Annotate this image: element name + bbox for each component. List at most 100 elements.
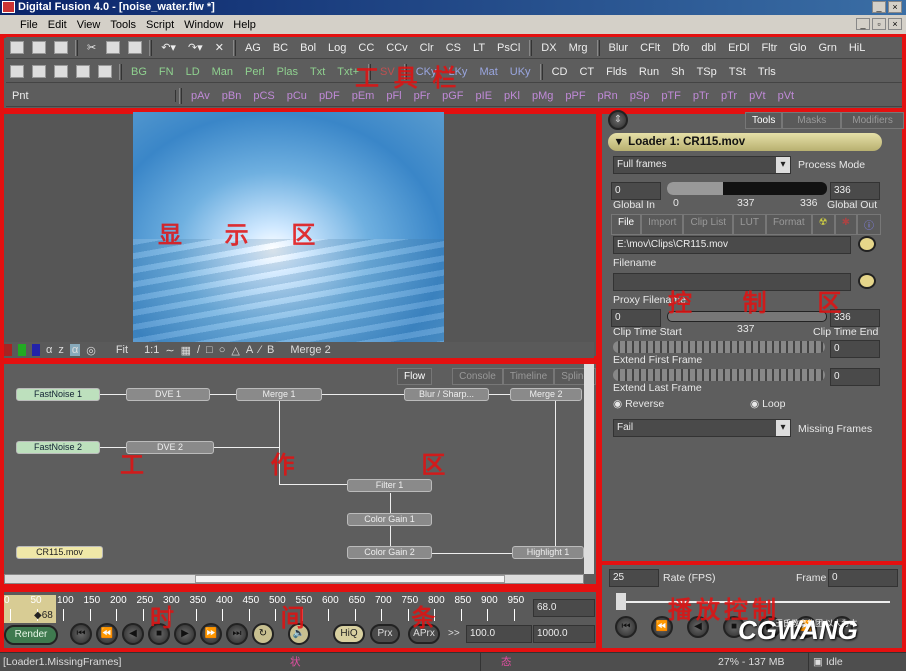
undo-icon[interactable]: ↶▾ [155, 41, 182, 54]
node-fastnoise-2[interactable]: FastNoise 2 [16, 441, 100, 454]
green-channel-button[interactable] [18, 344, 26, 356]
bug-icon[interactable]: ✱ [834, 214, 857, 235]
tool-button-ccv[interactable]: CCv [380, 42, 413, 54]
folder-icon[interactable] [858, 236, 876, 252]
z-button[interactable]: z [58, 344, 64, 356]
tool-button-ag[interactable]: AG [239, 42, 267, 54]
menu-view[interactable]: View [77, 19, 101, 31]
layout-toggle-icon[interactable] [98, 65, 112, 78]
node-color-gain-2[interactable]: Color Gain 2 [347, 546, 432, 559]
extend-last-field[interactable]: 0 [830, 368, 880, 386]
curve-icon[interactable]: ∼ [165, 344, 174, 357]
tool-button-txt[interactable]: Txt [304, 66, 331, 78]
doc-minimize-button[interactable]: _ [856, 18, 870, 30]
node-highlight-1[interactable]: Highlight 1 [512, 546, 584, 559]
triangle-icon[interactable]: △ [231, 344, 239, 357]
playback-slider-handle[interactable] [616, 593, 626, 610]
rewind-button[interactable]: ⏪ [96, 623, 118, 645]
tool-button-lt[interactable]: LT [467, 42, 491, 54]
node-color-gain-1[interactable]: Color Gain 1 [347, 513, 432, 526]
tool-button-perl[interactable]: Perl [239, 66, 271, 78]
node-filter-1[interactable]: Filter 1 [347, 479, 432, 492]
tool-button-plas[interactable]: Plas [271, 66, 304, 78]
tool-button-man[interactable]: Man [206, 66, 239, 78]
pb-go-start-button[interactable]: ⏮ [615, 616, 637, 638]
blue-channel-button[interactable] [32, 344, 40, 356]
tool-button-tsp[interactable]: TSp [691, 66, 723, 78]
line-icon[interactable]: / [197, 344, 200, 356]
tool-button-bc[interactable]: BC [267, 42, 294, 54]
tool-button-uky[interactable]: UKy [504, 66, 537, 78]
play-reverse-button[interactable]: ◀ [122, 623, 144, 645]
fps-field[interactable]: 25 [609, 569, 659, 587]
tool-button-pscl[interactable]: PsCl [491, 42, 526, 54]
tool-button-pdf[interactable]: pDF [313, 90, 346, 102]
subtab-lut[interactable]: LUT [733, 214, 766, 235]
circle-icon[interactable]: ○ [219, 344, 226, 356]
target-icon[interactable]: ◎ [86, 344, 96, 357]
tool-button-ptr[interactable]: pTr [715, 90, 743, 102]
alpha-active-button[interactable]: α [69, 344, 81, 356]
rect-icon[interactable]: □ [206, 344, 213, 356]
redo-icon[interactable]: ↷▾ [182, 41, 209, 54]
radiation-icon[interactable]: ☢ [811, 214, 835, 235]
tool-button-dx[interactable]: DX [535, 42, 562, 54]
tab-timeline[interactable]: Timeline [502, 368, 555, 385]
tool-button-pvt[interactable]: pVt [743, 90, 772, 102]
node-merge-2[interactable]: Merge 2 [510, 388, 582, 401]
subtab-clip-list[interactable]: Clip List [683, 214, 734, 235]
save-icon[interactable] [54, 41, 68, 54]
render-button[interactable]: Render [4, 625, 58, 645]
open-icon[interactable] [32, 41, 46, 54]
tool-button-dfo[interactable]: Dfo [666, 42, 695, 54]
tool-button-pvt[interactable]: pVt [772, 90, 801, 102]
tool-button-fltr[interactable]: Fltr [755, 42, 783, 54]
doc-close-button[interactable]: × [888, 18, 902, 30]
tool-button-pbn[interactable]: pBn [216, 90, 248, 102]
tool-button-mat[interactable]: Mat [473, 66, 503, 78]
tool-button-tst[interactable]: TSt [723, 66, 752, 78]
tool-button-cs[interactable]: CS [440, 42, 467, 54]
subtab-format[interactable]: Format [765, 214, 812, 235]
tool-button-run[interactable]: Run [633, 66, 665, 78]
menu-script[interactable]: Script [146, 19, 174, 31]
tool-button-ptr[interactable]: pTr [687, 90, 715, 102]
end-time-field[interactable]: 1000.0 [533, 625, 595, 643]
tool-button-flds[interactable]: Flds [600, 66, 633, 78]
tool-button-glo[interactable]: Glo [783, 42, 812, 54]
tool-button-clr[interactable]: Clr [414, 42, 440, 54]
tool-button-pav[interactable]: pAv [185, 90, 216, 102]
layout-2-icon[interactable] [32, 65, 46, 78]
layout-1-icon[interactable] [10, 65, 24, 78]
tool-button-dbl[interactable]: dbl [695, 42, 722, 54]
a-buffer-button[interactable]: A [246, 344, 253, 356]
tool-button-grn[interactable]: Grn [812, 42, 842, 54]
delete-icon[interactable]: ✕ [209, 41, 230, 54]
new-icon[interactable] [10, 41, 24, 54]
node-merge-1[interactable]: Merge 1 [236, 388, 322, 401]
node-blur-sharp[interactable]: Blur / Sharp... [404, 388, 489, 401]
alpha-button[interactable]: α [46, 344, 52, 356]
clip-start-field[interactable]: 0 [611, 309, 661, 327]
menu-help[interactable]: Help [233, 19, 256, 31]
process-mode-dropdown[interactable]: Full frames ▾ [613, 156, 791, 174]
global-range-slider[interactable] [667, 182, 827, 195]
copy-icon[interactable] [106, 41, 121, 54]
filename-input[interactable]: E:\mov\Clips\CR115.mov [613, 236, 851, 254]
gradient-icon[interactable]: ▦ [181, 344, 191, 357]
go-start-button[interactable]: ⏮ [70, 623, 92, 645]
paste-icon[interactable] [128, 41, 143, 54]
tool-button-erdl[interactable]: ErDl [722, 42, 755, 54]
tab-modifiers[interactable]: Modifiers [841, 112, 904, 129]
tool-button-pkl[interactable]: pKl [498, 90, 526, 102]
tool-button-bg[interactable]: BG [125, 66, 153, 78]
tab-flow[interactable]: Flow [397, 368, 433, 385]
tool-button-hil[interactable]: HiL [843, 42, 872, 54]
tool-button-ppf[interactable]: pPF [559, 90, 591, 102]
ab-button[interactable]: ⁄ [259, 344, 261, 356]
global-out-field[interactable]: 336 [830, 182, 880, 200]
tab-console[interactable]: Console [452, 368, 503, 385]
tool-button-ptf[interactable]: pTF [655, 90, 687, 102]
node-dve-1[interactable]: DVE 1 [126, 388, 210, 401]
flow-horizontal-scrollbar[interactable] [4, 574, 584, 584]
